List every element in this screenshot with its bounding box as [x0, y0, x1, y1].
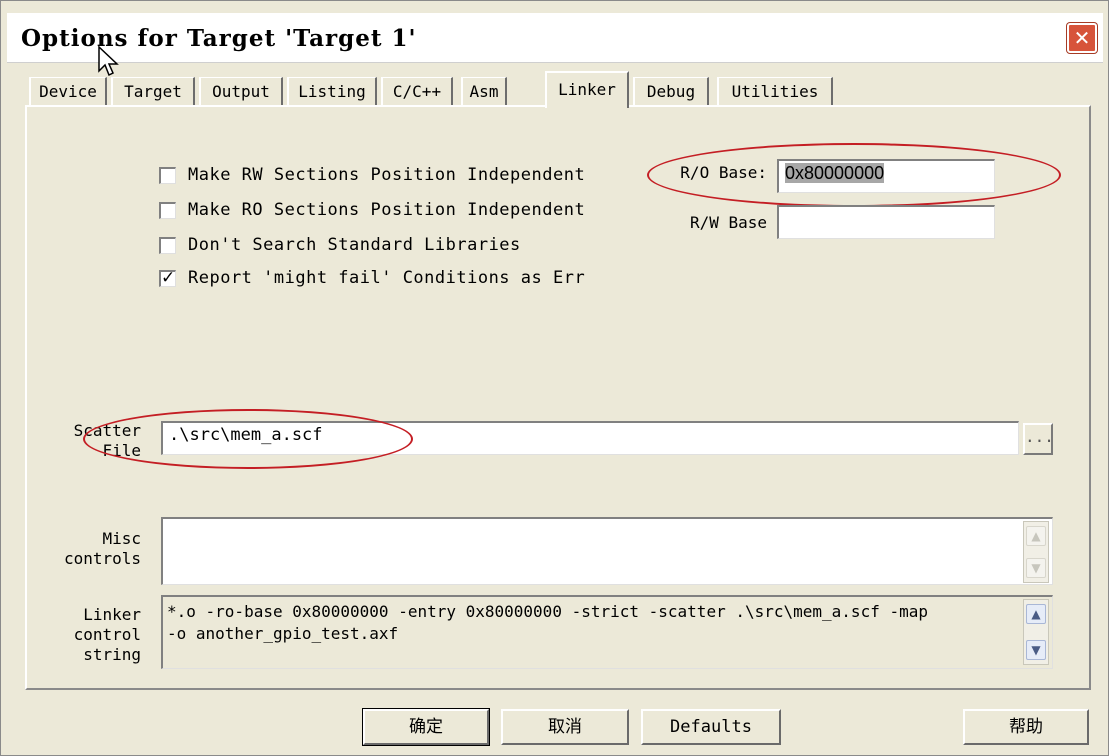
checkbox-report-might-fail[interactable]: ✓ Report 'might fail' Conditions as Err: [159, 266, 585, 290]
tab-linker[interactable]: Linker: [545, 71, 629, 108]
checkbox-rw-position-independent[interactable]: Make RW Sections Position Independent: [159, 163, 585, 187]
linker-label-line3: string: [83, 645, 141, 664]
dialog-title: Options for Target 'Target 1': [21, 25, 417, 52]
scroll-up-icon[interactable]: ▲: [1026, 604, 1046, 624]
misc-label-line2: controls: [63, 549, 141, 568]
scatter-file-label: Scatter File: [47, 421, 141, 461]
defaults-button[interactable]: Defaults: [641, 709, 781, 745]
checkbox-label: Don't Search Standard Libraries: [188, 235, 521, 255]
tab-cpp[interactable]: C/C++: [381, 77, 453, 105]
close-button[interactable]: ✕: [1067, 23, 1097, 53]
scatter-browse-button[interactable]: ...: [1023, 423, 1054, 455]
scatter-file-input[interactable]: .\src\mem_a.scf: [161, 421, 1019, 455]
mouse-cursor-icon: [98, 45, 119, 77]
scatter-label-line2: File: [102, 441, 141, 460]
title-bar[interactable]: Options for Target 'Target 1' ✕: [7, 13, 1103, 63]
rw-base-label: R/W Base: [689, 213, 767, 232]
scroll-down-icon[interactable]: ▼: [1026, 558, 1046, 578]
tab-device[interactable]: Device: [29, 77, 107, 105]
checkbox-label: Report 'might fail' Conditions as Err: [188, 268, 586, 288]
misc-controls-input[interactable]: [161, 517, 1053, 585]
checkmark-icon: ✓: [161, 267, 176, 288]
tab-utilities[interactable]: Utilities: [717, 77, 833, 105]
checkbox-box[interactable]: [159, 166, 176, 184]
scroll-up-icon[interactable]: ▲: [1026, 526, 1046, 546]
checkbox-label: Make RW Sections Position Independent: [188, 165, 586, 185]
misc-scrollbar[interactable]: ▲ ▼: [1023, 521, 1049, 583]
tab-asm[interactable]: Asm: [461, 77, 507, 105]
ro-base-value: 0x80000000: [785, 163, 885, 183]
linker-control-label: Linker control string: [47, 605, 141, 665]
linker-label-line2: control: [73, 625, 141, 644]
misc-controls-label: Misc controls: [47, 529, 141, 569]
scatter-label-line1: Scatter: [73, 421, 141, 440]
ok-button[interactable]: 确定: [362, 708, 490, 746]
checkbox-box[interactable]: [159, 236, 176, 254]
tab-target[interactable]: Target: [111, 77, 195, 105]
options-dialog: Options for Target 'Target 1' ✕ Device T…: [0, 0, 1109, 756]
ro-base-input[interactable]: 0x80000000: [777, 159, 995, 193]
scroll-down-icon[interactable]: ▼: [1026, 640, 1046, 660]
linker-control-scrollbar[interactable]: ▲ ▼: [1023, 599, 1049, 665]
checkbox-box[interactable]: [159, 201, 176, 219]
rw-base-input[interactable]: [777, 205, 995, 239]
checkbox-label: Make RO Sections Position Independent: [188, 200, 586, 220]
help-button[interactable]: 帮助: [963, 709, 1089, 745]
linker-control-line1: *.o -ro-base 0x80000000 -entry 0x8000000…: [167, 602, 928, 621]
tab-debug[interactable]: Debug: [633, 77, 709, 105]
tab-listing[interactable]: Listing: [287, 77, 377, 105]
ro-base-label: R/O Base:: [680, 163, 767, 182]
linker-label-line1: Linker: [83, 605, 141, 624]
misc-label-line1: Misc: [102, 529, 141, 548]
checkbox-ro-position-independent[interactable]: Make RO Sections Position Independent: [159, 198, 585, 222]
cancel-button[interactable]: 取消: [501, 709, 629, 745]
checkbox-dont-search-std-libs[interactable]: Don't Search Standard Libraries: [159, 233, 521, 257]
tab-output[interactable]: Output: [199, 77, 283, 105]
checkbox-box[interactable]: ✓: [159, 267, 176, 288]
close-icon: ✕: [1073, 26, 1091, 50]
linker-control-line2: -o another_gpio_test.axf: [167, 624, 399, 643]
